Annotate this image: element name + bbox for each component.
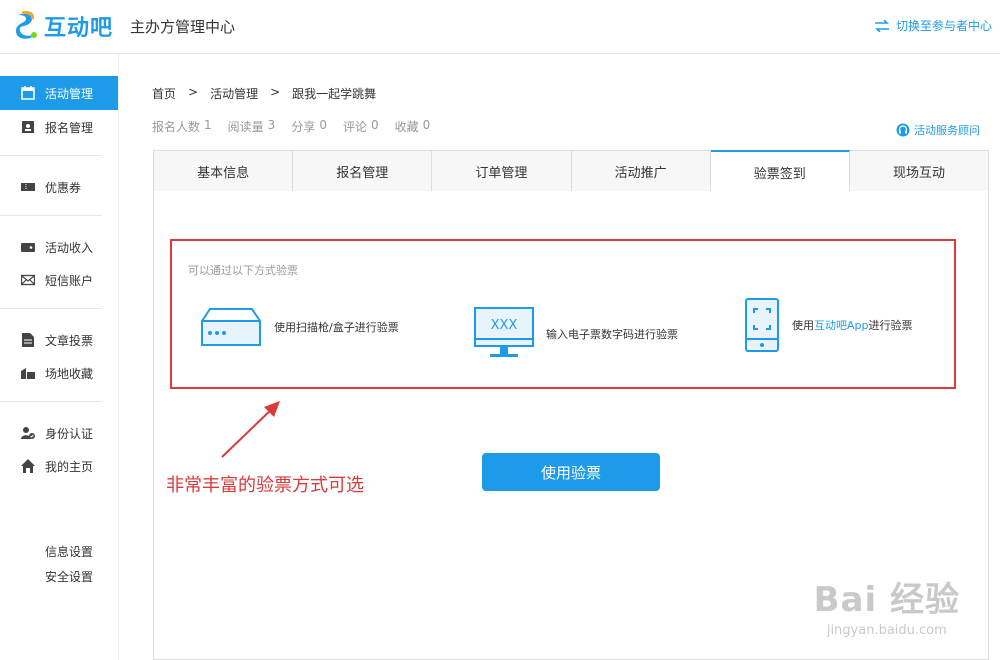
sidebar-item-venue-favorites[interactable]: 场地收藏 bbox=[0, 356, 118, 390]
activity-tabs: 基本信息 报名管理 订单管理 活动推广 验票签到 现场互动 bbox=[153, 150, 989, 193]
sidebar-item-income[interactable]: 活动收入 bbox=[0, 230, 118, 264]
sidebar-item-article-vote[interactable]: 文章投票 bbox=[0, 323, 118, 357]
wallet-icon bbox=[20, 239, 36, 255]
switch-role-label: 切换至参与者中心 bbox=[895, 19, 992, 33]
switch-role-link[interactable]: 切换至参与者中心 bbox=[874, 17, 992, 34]
sidebar-item-sms-account[interactable]: 短信账户 bbox=[0, 263, 118, 297]
sidebar-divider bbox=[0, 308, 102, 309]
sidebar-item-label: 报名管理 bbox=[45, 120, 94, 135]
watermark-url: jingyan.baidu.com bbox=[826, 623, 947, 638]
sidebar-divider bbox=[0, 155, 102, 156]
logo-text: 互动吧 bbox=[44, 16, 114, 41]
monitor-icon: XXX bbox=[474, 307, 534, 357]
annotation-text: 非常丰富的验票方式可选 bbox=[166, 475, 364, 496]
top-header: 互动吧 主办方管理中心 切换至参与者中心 bbox=[0, 0, 1000, 54]
sidebar-item-registration[interactable]: 报名管理 bbox=[0, 110, 118, 144]
document-icon bbox=[20, 332, 36, 348]
service-advisor-link[interactable]: 活动服务顾问 bbox=[896, 122, 980, 138]
sidebar-item-label: 我的主页 bbox=[45, 459, 94, 474]
sidebar-item-label: 活动管理 bbox=[45, 86, 94, 101]
main-content: 首页 > 活动管理 > 跟我一起学跳舞 报名人数 1 阅读量 3 分享 0 评论 0 收… bbox=[118, 54, 1000, 660]
sidebar-item-label: 优惠券 bbox=[45, 180, 82, 195]
sidebar-item-label: 文章投票 bbox=[45, 333, 94, 348]
sidebar-item-identity-verify[interactable]: 身份认证 bbox=[0, 416, 118, 450]
sidebar-item-activity-management[interactable]: 活动管理 bbox=[0, 76, 124, 110]
tab-ticket-checkin[interactable]: 验票签到 bbox=[710, 150, 850, 193]
breadcrumb-activity-management[interactable]: 活动管理 bbox=[210, 85, 258, 102]
stat-registrations: 报名人数 1 bbox=[152, 118, 212, 134]
breadcrumb-separator: > bbox=[188, 85, 199, 99]
calendar-icon bbox=[20, 85, 36, 101]
scanner-box-icon bbox=[201, 308, 261, 346]
use-verification-button[interactable]: 使用验票 bbox=[482, 453, 660, 491]
watermark-main: Bai 经验 bbox=[813, 580, 960, 620]
envelope-icon bbox=[20, 272, 36, 288]
tab-basic-info[interactable]: 基本信息 bbox=[154, 151, 294, 191]
method-app: 使用互动吧App进行验票 bbox=[744, 297, 913, 353]
sidebar: 活动管理 报名管理 优惠券 活动收入 短信账户 文章投票 场地收藏 身份认证 我… bbox=[0, 54, 124, 660]
method-scanner: 使用扫描枪/盒子进行验票 bbox=[200, 307, 399, 347]
logo[interactable]: 互动吧 bbox=[12, 10, 113, 42]
verification-methods-box: 可以通过以下方式验票 使用扫描枪/盒子进行验票 XXX 输入电子票数字码进行验票… bbox=[170, 239, 956, 389]
breadcrumb-home[interactable]: 首页 bbox=[152, 85, 176, 102]
sidebar-item-label: 活动收入 bbox=[45, 240, 94, 255]
sidebar-item-my-homepage[interactable]: 我的主页 bbox=[0, 449, 118, 483]
id-card-icon bbox=[20, 119, 36, 135]
app-link[interactable]: 互动吧App bbox=[814, 319, 869, 332]
activity-stats: 报名人数 1 阅读量 3 分享 0 评论 0 收藏 0 bbox=[152, 118, 430, 135]
sidebar-item-label: 短信账户 bbox=[45, 273, 94, 288]
method-code-label: 输入电子票数字码进行验票 bbox=[546, 328, 678, 341]
breadcrumb-current: 跟我一起学跳舞 bbox=[292, 87, 377, 101]
sidebar-item-label: 身份认证 bbox=[45, 426, 94, 441]
tab-registration[interactable]: 报名管理 bbox=[293, 151, 433, 191]
page-title: 主办方管理中心 bbox=[130, 18, 236, 36]
venue-icon bbox=[20, 365, 36, 381]
annotation-arrow-icon bbox=[221, 401, 280, 458]
coupon-icon bbox=[20, 179, 36, 195]
phone-scan-icon bbox=[745, 298, 779, 352]
tab-promotion[interactable]: 活动推广 bbox=[572, 151, 711, 191]
stat-reads: 阅读量 3 bbox=[227, 118, 276, 134]
security-settings-link[interactable]: 安全设置 bbox=[45, 568, 93, 585]
swap-icon bbox=[874, 19, 889, 32]
sidebar-divider bbox=[0, 215, 102, 216]
home-icon bbox=[20, 458, 36, 474]
info-settings-link[interactable]: 信息设置 bbox=[45, 543, 93, 560]
sidebar-item-label: 场地收藏 bbox=[45, 366, 94, 381]
method-code-input: XXX 输入电子票数字码进行验票 bbox=[474, 307, 678, 361]
service-advisor-label: 活动服务顾问 bbox=[914, 124, 980, 137]
headset-icon bbox=[896, 123, 910, 137]
methods-hint: 可以通过以下方式验票 bbox=[188, 264, 298, 277]
stat-shares: 分享 0 bbox=[291, 118, 327, 134]
sidebar-item-coupons[interactable]: 优惠券 bbox=[0, 170, 118, 204]
logo-mark-icon bbox=[16, 11, 37, 39]
user-verify-icon bbox=[20, 425, 36, 441]
breadcrumb: 首页 > 活动管理 > 跟我一起学跳舞 bbox=[152, 85, 376, 102]
method-app-label: 使用互动吧App进行验票 bbox=[792, 319, 913, 332]
baidu-watermark: Bai 经验 jingyan.baidu.com bbox=[814, 572, 960, 638]
sidebar-divider bbox=[0, 401, 102, 402]
stat-favorites: 收藏 0 bbox=[394, 118, 431, 134]
tab-onsite-interaction[interactable]: 现场互动 bbox=[850, 151, 988, 191]
monitor-code-text: XXX bbox=[491, 318, 518, 333]
tab-orders[interactable]: 订单管理 bbox=[432, 151, 572, 191]
breadcrumb-separator: > bbox=[270, 85, 281, 99]
stat-comments: 评论 0 bbox=[342, 118, 379, 134]
method-scanner-label: 使用扫描枪/盒子进行验票 bbox=[274, 321, 399, 334]
